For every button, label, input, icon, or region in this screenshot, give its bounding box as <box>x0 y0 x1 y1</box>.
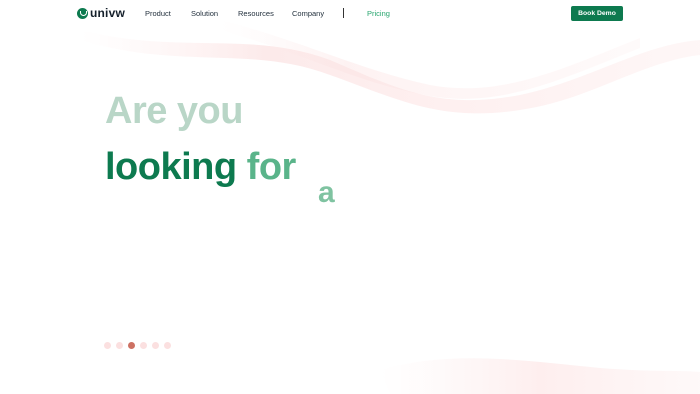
nav-item-resources[interactable]: Resources <box>238 9 274 18</box>
carousel-dot[interactable] <box>104 342 111 349</box>
hero-word-for: for <box>246 146 297 188</box>
top-navbar: univw Product Solution Resources Company… <box>0 0 700 28</box>
hero-line-1: Are you <box>105 90 243 132</box>
brand-logo[interactable]: univw <box>77 6 125 20</box>
nav-item-pricing[interactable]: Pricing <box>367 9 390 18</box>
nav-divider <box>343 8 344 18</box>
nav-item-solution[interactable]: Solution <box>191 9 218 18</box>
carousel-dot[interactable] <box>164 342 171 349</box>
background-wave <box>80 20 700 394</box>
hero-line-2: looking for <box>105 146 296 189</box>
carousel-dot[interactable] <box>140 342 147 349</box>
nav-item-product[interactable]: Product <box>145 9 171 18</box>
nav-item-company[interactable]: Company <box>292 9 324 18</box>
logo-icon <box>77 7 88 19</box>
carousel-dot[interactable] <box>128 342 135 349</box>
hero-word-looking: looking <box>105 146 237 188</box>
hero-word-a: a <box>318 176 335 209</box>
carousel-dot[interactable] <box>116 342 123 349</box>
brand-name: univw <box>90 6 126 20</box>
book-demo-button[interactable]: Book Demo <box>571 6 623 21</box>
carousel-dot[interactable] <box>152 342 159 349</box>
carousel-dots <box>104 342 171 349</box>
